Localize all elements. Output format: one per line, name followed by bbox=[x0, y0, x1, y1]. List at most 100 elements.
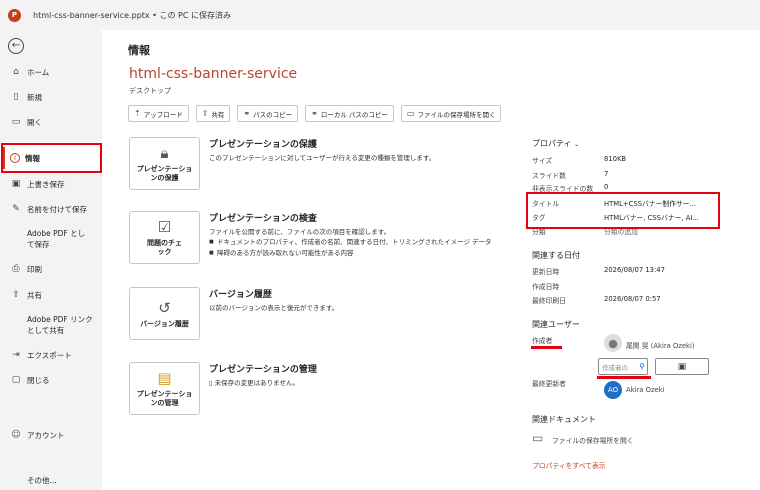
copy-local-path-button[interactable]: ⚭ ローカル パスのコピー bbox=[305, 105, 394, 122]
page-title: 情報 bbox=[128, 44, 150, 57]
back-arrow-icon: ← bbox=[11, 40, 21, 51]
home-icon: ⌂ bbox=[13, 67, 19, 77]
address-book-button[interactable]: ▣ bbox=[655, 358, 709, 375]
document-title: html-css-banner-service.pptx • この PC に保存… bbox=[33, 10, 231, 20]
protect-description: このプレゼンテーションに対してユーザーが行える変更の種類を管理します。 bbox=[209, 154, 436, 162]
version-history-button[interactable]: ↺ バージョン履歴 bbox=[129, 287, 200, 340]
add-author-input[interactable]: 作成者の ⚲ bbox=[598, 358, 648, 375]
property-label: サイズ bbox=[532, 157, 553, 165]
protect-button-label: プレゼンテーションの保護 bbox=[136, 165, 193, 182]
address-book-icon: ▣ bbox=[677, 361, 687, 372]
sidebar-item-label: 開く bbox=[27, 117, 42, 127]
related-documents-heading: 関連ドキュメント bbox=[532, 415, 596, 424]
sidebar-item-label: Adobe PDF リンクとして共有 bbox=[27, 315, 93, 335]
manage-presentation-button[interactable]: ▤ プレゼンテーションの管理 bbox=[129, 362, 200, 415]
manage-doc-icon: ▤ bbox=[157, 369, 172, 387]
folder-icon: ▭ bbox=[532, 431, 544, 445]
history-text: バージョン履歴 以前のバージョンの表示と復元ができます。 bbox=[209, 287, 509, 313]
sidebar-item-label: エクスポート bbox=[27, 350, 72, 360]
author-input-underline bbox=[597, 376, 651, 379]
sidebar-item-home[interactable]: ⌂ ホーム bbox=[0, 64, 102, 80]
date-value: 2026/08/07 0:57 bbox=[604, 295, 661, 303]
property-label: スライド数 bbox=[532, 172, 566, 180]
share-button[interactable]: ⇪ 共有 bbox=[195, 105, 231, 122]
inspect-icon: ☑ bbox=[157, 218, 172, 236]
manage-text: プレゼンテーションの管理 ▯ 未保存の変更はありません。 bbox=[209, 362, 509, 388]
inspect-heading: プレゼンテーションの検査 bbox=[209, 214, 317, 224]
copy-path-button[interactable]: ⚭ パスのコピー bbox=[237, 105, 299, 122]
date-label: 最終印刷日 bbox=[532, 297, 566, 305]
date-value: 2026/08/07 13:47 bbox=[604, 266, 665, 274]
sidebar-item-save[interactable]: ▣ 上書き保存 bbox=[0, 176, 102, 192]
sidebar-item-label: その他... bbox=[27, 475, 57, 485]
sidebar-item-share[interactable]: ⇪ 共有 bbox=[0, 287, 102, 303]
sidebar-item-save-adobe-pdf[interactable]: Adobe PDF として保存 bbox=[0, 227, 102, 251]
folder-open-icon: ▭ bbox=[11, 117, 21, 127]
title-bar: P html-css-banner-service.pptx • この PC に… bbox=[0, 0, 760, 30]
chevron-down-icon: ⌄ bbox=[574, 141, 580, 148]
inspect-bullet: ドキュメントのプロパティ、作成者の名前、関連する日付、トリミングされたイメージ … bbox=[209, 237, 509, 248]
sidebar-item-new[interactable]: ▯ 新規 bbox=[0, 89, 102, 105]
last-modified-label: 最終更新者 bbox=[532, 380, 566, 388]
manage-status-text: 未保存の変更はありません。 bbox=[214, 379, 299, 387]
sidebar-item-label: ホーム bbox=[27, 67, 50, 77]
powerpoint-app-icon: P bbox=[8, 8, 21, 22]
upload-button[interactable]: ⇡ アップロード bbox=[128, 105, 189, 122]
sidebar-item-share-adobe-pdf-link[interactable]: Adobe PDF リンクとして共有 bbox=[0, 313, 102, 337]
check-issues-button[interactable]: ☑ 問題のチェック bbox=[129, 211, 200, 264]
sidebar-item-label: 閉じる bbox=[27, 375, 50, 385]
author-underline bbox=[531, 346, 562, 349]
sidebar-item-label: 印刷 bbox=[27, 264, 42, 274]
related-people-heading: 関連ユーザー bbox=[532, 320, 580, 329]
last-modified-name[interactable]: Akira Ozeki bbox=[626, 386, 665, 394]
manage-heading: プレゼンテーションの管理 bbox=[209, 365, 317, 375]
copy-local-path-label: ローカル パスのコピー bbox=[320, 110, 388, 119]
property-value: 7 bbox=[604, 170, 609, 178]
file-location: デスクトップ bbox=[129, 87, 171, 95]
save-as-icon: ✎ bbox=[12, 204, 20, 214]
sidebar-item-open[interactable]: ▭ 開く bbox=[0, 114, 102, 130]
upload-label: アップロード bbox=[143, 110, 183, 119]
open-location-label: ファイルの保存場所を開く bbox=[552, 437, 634, 445]
history-icon: ↺ bbox=[158, 298, 171, 317]
sidebar-item-more[interactable]: その他... bbox=[0, 472, 102, 488]
check-issues-label: 問題のチェック bbox=[147, 239, 182, 256]
back-button[interactable]: ← bbox=[8, 38, 24, 54]
new-doc-icon: ▯ bbox=[13, 92, 19, 102]
file-name: html-css-banner-service bbox=[129, 66, 298, 82]
upload-icon: ⇡ bbox=[134, 109, 141, 118]
person-search-icon: ⚲ bbox=[639, 362, 645, 371]
date-label: 更新日時 bbox=[532, 268, 560, 276]
protect-presentation-button[interactable]: 🔒︎ プレゼンテーションの保護 bbox=[129, 137, 200, 190]
property-value: 810KB bbox=[604, 155, 627, 163]
sidebar-item-account[interactable]: ☺ アカウント bbox=[0, 427, 102, 443]
sidebar-item-export[interactable]: ⇥ エクスポート bbox=[0, 347, 102, 363]
save-icon: ▣ bbox=[11, 179, 21, 189]
show-all-properties-link[interactable]: プロパティをすべて表示 bbox=[532, 460, 606, 470]
sidebar-item-print[interactable]: ⎙ 印刷 bbox=[0, 261, 102, 277]
title-tags-highlight-box bbox=[526, 192, 720, 229]
sidebar-item-close[interactable]: ▢ 閉じる bbox=[0, 372, 102, 388]
link-icon: ⚭ bbox=[311, 109, 318, 118]
lock-icon: 🔒︎ bbox=[160, 144, 169, 162]
properties-dropdown[interactable]: プロパティ ⌄ bbox=[532, 138, 579, 149]
author-label: 作成者 bbox=[532, 337, 553, 345]
sidebar-item-label: 名前を付けて保存 bbox=[27, 204, 87, 214]
manage-description: ▯ 未保存の変更はありません。 bbox=[209, 378, 509, 388]
export-icon: ⇥ bbox=[12, 350, 20, 360]
account-icon: ☺ bbox=[11, 430, 21, 440]
file-toolbar: ⇡ アップロード ⇪ 共有 ⚭ パスのコピー ⚭ ローカル パスのコピー ▭ ファイルの保… bbox=[128, 105, 508, 122]
backstage-sidebar: ← ⌂ ホーム ▯ 新規 ▭ 開く i 情報 ▣ 上書き保存 ✎ 名前を付けて保存 Adob… bbox=[0, 30, 102, 490]
property-value: 0 bbox=[604, 183, 609, 191]
manage-button-label: プレゼンテーションの管理 bbox=[136, 390, 193, 407]
sidebar-item-label: 上書き保存 bbox=[27, 179, 65, 189]
protect-text: プレゼンテーションの保護 このプレゼンテーションに対してユーザーが行える変更の種… bbox=[209, 137, 509, 163]
author-name[interactable]: 尾関 晃 (Akira Ozeki) bbox=[626, 340, 695, 350]
copy-path-label: パスのコピー bbox=[253, 110, 293, 119]
folder-icon: ▭ bbox=[406, 109, 415, 118]
sidebar-item-label: Adobe PDF として保存 bbox=[27, 229, 86, 249]
sidebar-item-save-as[interactable]: ✎ 名前を付けて保存 bbox=[0, 201, 102, 217]
open-file-location-button[interactable]: ▭ ファイルの保存場所を開く bbox=[400, 105, 502, 122]
protect-heading: プレゼンテーションの保護 bbox=[209, 140, 317, 150]
inspect-description: ファイルを公開する前に、ファイルの次の項目を確認します。 bbox=[209, 228, 391, 236]
